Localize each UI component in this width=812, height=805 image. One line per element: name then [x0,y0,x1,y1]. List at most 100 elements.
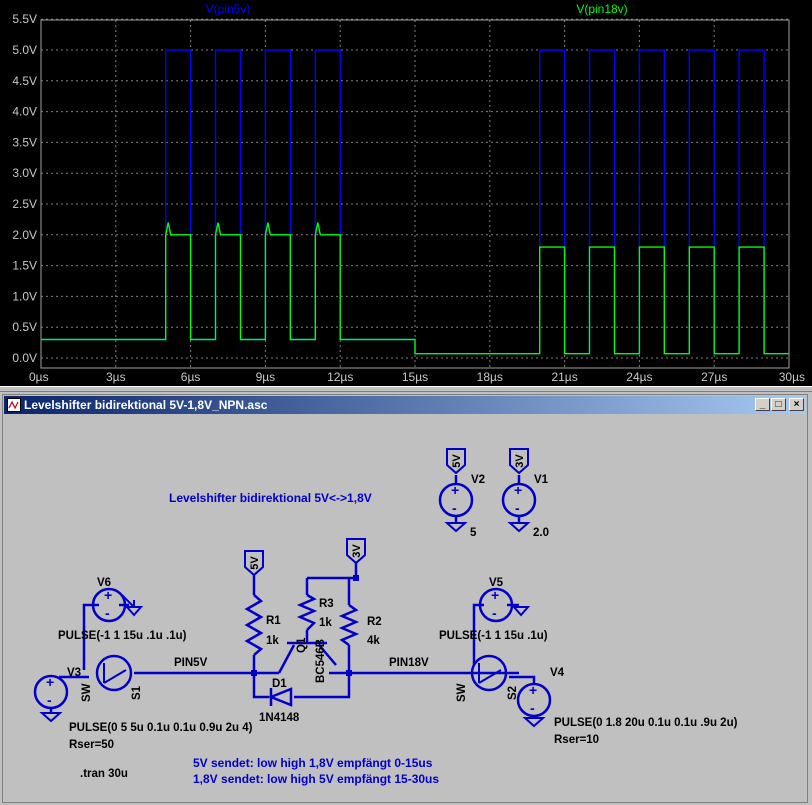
x-tick-label: 24µs [626,370,652,384]
pane-splitter[interactable] [0,386,812,392]
diode-d1[interactable] [267,687,293,707]
value-r1[interactable]: 1k [266,635,279,647]
x-tick-label: 18µs [477,370,503,384]
minus-sign-icon: - [105,605,110,621]
x-tick-label: 6µs [181,370,201,384]
resistor-r2[interactable] [338,603,360,647]
source-v1[interactable]: + - [501,475,537,532]
label-v2[interactable]: V2 [471,474,485,486]
waveform-plot-svg[interactable]: 0.0V 0.5V 1.0V 1.5V 2.0V 2.5V 3.0V 3.5V 4.0V 4.5V… [0,0,812,386]
x-axis-ticks: 0µs 3µs 6µs 9µs 12µs 15µs 18µs 21µs 24µs 27µs 30µs [29,370,805,384]
y-tick-label: 1.5V [12,259,37,273]
x-tick-label: 9µs [256,370,276,384]
pulse-v4[interactable]: PULSE(0 1.8 20u 0.1u 0.1u .9u 2u) [554,717,738,729]
y-tick-label: 3.0V [12,166,37,180]
value-v1[interactable]: 2.0 [533,527,549,539]
x-tick-label: 21µs [551,370,577,384]
y-tick-label: 1.0V [12,289,37,303]
label-v1[interactable]: V1 [534,474,549,486]
plus-sign-icon: + [104,587,112,603]
source-v6[interactable]: + - [91,587,144,623]
label-s1[interactable]: S1 [131,685,143,700]
waveform-plot[interactable]: 0.0V 0.5V 1.0V 1.5V 2.0V 2.5V 3.0V 3.5V 4.0V 4.5V… [0,0,812,386]
window-title: Levelshifter bidirektional 5V-1,8V_NPN.a… [24,398,268,412]
x-tick-label: 12µs [327,370,353,384]
note-line-2[interactable]: 1,8V sendet: low high 5V empfängt 15-30u… [193,772,439,786]
label-r2[interactable]: R2 [367,616,382,628]
label-r3[interactable]: R3 [319,598,334,610]
legend-pin5v[interactable]: V(pin5v) [206,2,251,16]
y-tick-label: 2.0V [12,228,37,242]
source-v3[interactable]: + - [33,674,69,722]
value-r3[interactable]: 1k [319,617,332,629]
x-tick-label: 30µs [779,370,805,384]
label-q1[interactable]: Q1 [296,637,308,653]
x-tick-label: 15µs [402,370,428,384]
y-tick-label: 2.5V [12,197,37,211]
net-flag-5v-top[interactable]: 5V [446,448,466,475]
svg-text:3V: 3V [351,544,363,558]
y-tick-label: 0.5V [12,320,37,334]
label-s2[interactable]: S2 [507,686,519,700]
model-d1[interactable]: 1N4148 [259,712,300,724]
label-v6[interactable]: V6 [97,577,111,589]
close-button[interactable]: × [789,398,804,411]
label-v4[interactable]: V4 [550,667,565,679]
window-titlebar[interactable]: Levelshifter bidirektional 5V-1,8V_NPN.a… [4,396,806,414]
schematic-comment-title[interactable]: Levelshifter bidirektional 5V<->1,8V [169,491,372,505]
label-r1[interactable]: R1 [266,615,281,627]
label-d1[interactable]: D1 [272,678,287,690]
source-v4[interactable]: + - [516,682,552,727]
net-flag-3v-r2[interactable]: 3V [346,538,366,565]
y-tick-label: 4.0V [12,105,37,119]
pulse-v3[interactable]: PULSE(0 5 5u 0.1u 0.1u 0.9u 2u 4) [69,722,253,734]
tran-directive[interactable]: .tran 30u [80,768,128,780]
svg-text:3V: 3V [514,454,526,468]
maximize-button[interactable]: □ [771,398,786,411]
source-v2[interactable]: + - [438,475,474,532]
plus-sign-icon: + [451,482,459,498]
rser-v3[interactable]: Rser=50 [69,739,114,751]
label-sw1[interactable]: SW [81,683,93,702]
minus-sign-icon: - [492,605,497,621]
minus-sign-icon: - [530,700,535,716]
minus-sign-icon: - [515,500,520,516]
value-r2[interactable]: 4k [367,635,380,647]
switch-s1[interactable] [95,654,133,692]
net-flag-5v-r1[interactable]: 5V [244,550,264,577]
plus-sign-icon: + [529,682,537,698]
schematic-canvas[interactable]: + - + - 5V 3V 5V 3V + - + - + - + - Leve… [4,415,806,801]
rser-v4[interactable]: Rser=10 [554,734,599,746]
net-label-pin5v[interactable]: PIN5V [174,657,208,669]
value-v2[interactable]: 5 [470,527,477,539]
net-label-pin18v[interactable]: PIN18V [389,657,429,669]
label-sw2[interactable]: SW [456,683,468,702]
pulse-v5[interactable]: PULSE(-1 1 15u .1u) [439,630,548,642]
y-tick-label: 4.5V [12,74,37,88]
source-v5[interactable]: + - [478,587,531,623]
plus-sign-icon: + [514,482,522,498]
resistor-r1[interactable] [244,594,264,656]
y-axis-ticks: 0.0V 0.5V 1.0V 1.5V 2.0V 2.5V 3.0V 3.5V 4.0V 4.5V… [12,12,37,365]
legend-pin18v[interactable]: V(pin18v) [576,2,627,16]
model-q1[interactable]: BC546B [315,639,327,683]
x-tick-label: 0µs [29,370,49,384]
x-tick-label: 3µs [106,370,126,384]
minus-sign-icon: - [452,500,457,516]
pulse-v6[interactable]: PULSE(-1 1 15u .1u .1u) [58,630,187,642]
svg-text:5V: 5V [451,454,463,468]
schematic-svg[interactable]: + - + - 5V 3V 5V 3V + - + - + - + - Leve… [4,415,806,803]
trace-pin18v [41,222,789,355]
schematic-icon [7,398,21,412]
plus-sign-icon: + [46,674,54,690]
y-tick-label: 5.0V [12,43,37,57]
note-line-1[interactable]: 5V sendet: low high 1,8V empfängt 0-15us [193,756,433,770]
label-v5[interactable]: V5 [489,577,504,589]
y-tick-label: 5.5V [12,12,37,26]
net-flag-3v-top[interactable]: 3V [509,448,529,475]
minimize-button[interactable]: _ [755,398,770,411]
label-v3[interactable]: V3 [67,667,81,679]
minus-sign-icon: - [47,692,52,708]
schematic-window: Levelshifter bidirektional 5V-1,8V_NPN.a… [2,394,808,803]
resistor-r3[interactable] [296,593,318,631]
